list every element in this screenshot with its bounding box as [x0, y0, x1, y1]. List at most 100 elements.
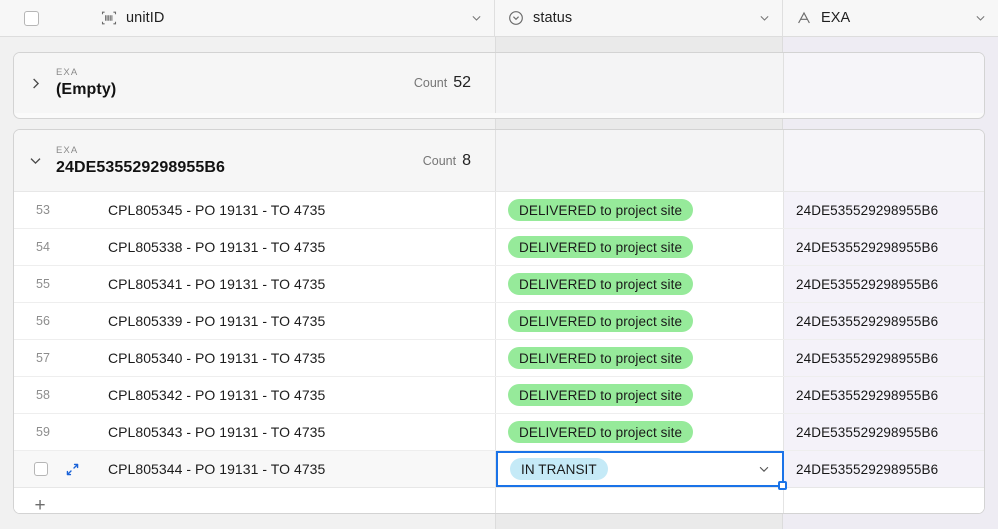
row-select-checkbox-wrap[interactable]: [14, 462, 58, 476]
cell-exa[interactable]: 24DE535529298955B6: [784, 377, 984, 413]
group-header[interactable]: EXA (Empty) Count 52: [14, 53, 984, 113]
add-record-cell[interactable]: +: [14, 488, 496, 514]
cell-unitid[interactable]: 58 CPL805342 - PO 19131 - TO 4735: [14, 377, 496, 413]
group-field-label: EXA: [56, 144, 79, 156]
cell-exa[interactable]: 24DE535529298955B6: [784, 414, 984, 450]
status-badge: DELIVERED to project site: [508, 199, 694, 221]
group-count: Count 8: [423, 152, 471, 170]
add-record-status-cell: [496, 488, 784, 513]
group-empty: EXA (Empty) Count 52: [13, 52, 985, 119]
row-number: 58: [36, 388, 50, 402]
cell-unitid[interactable]: 57 CPL805340 - PO 19131 - TO 4735: [14, 340, 496, 376]
chevron-down-icon[interactable]: [14, 130, 56, 191]
cell-exa[interactable]: 24DE535529298955B6: [784, 266, 984, 302]
fill-drag-handle[interactable]: [778, 481, 787, 490]
cell-exa[interactable]: 24DE535529298955B6: [784, 229, 984, 265]
group-header-exa-cell: [784, 130, 984, 191]
chevron-down-icon[interactable]: [758, 12, 771, 25]
cell-unitid-value: CPL805343 - PO 19131 - TO 4735: [108, 424, 326, 440]
add-record-exa-cell: [784, 488, 984, 513]
group-count-label: Count: [422, 153, 457, 168]
cell-exa[interactable]: 24DE535529298955B6: [784, 303, 984, 339]
cell-status[interactable]: DELIVERED to project site: [496, 340, 784, 376]
group-count-label: Count: [413, 76, 448, 90]
cell-exa-value: 24DE535529298955B6: [796, 276, 939, 292]
table-row[interactable]: 55 CPL805341 - PO 19131 - TO 4735 DELIVE…: [14, 265, 984, 302]
cell-status[interactable]: DELIVERED to project site: [496, 414, 784, 450]
chevron-down-icon[interactable]: [974, 12, 987, 25]
chevron-down-icon[interactable]: [757, 462, 771, 476]
barcode-icon: [100, 9, 118, 27]
table-row[interactable]: 53 CPL805345 - PO 19131 - TO 4735 DELIVE…: [14, 191, 984, 228]
row-number: 57: [36, 351, 50, 365]
group-count-value: 52: [453, 74, 471, 91]
column-header-exa-label: EXA: [821, 10, 851, 26]
cell-status[interactable]: DELIVERED to project site: [496, 303, 784, 339]
expand-record-icon[interactable]: [58, 462, 86, 477]
table-row[interactable]: 57 CPL805340 - PO 19131 - TO 4735 DELIVE…: [14, 339, 984, 376]
column-header-unitid[interactable]: unitID: [0, 0, 495, 36]
cell-status[interactable]: DELIVERED to project site: [496, 377, 784, 413]
column-header-row: unitID status EXA: [0, 0, 998, 37]
add-record-row[interactable]: +: [14, 487, 984, 514]
spreadsheet-grid: unitID status EXA EXA (Empty) Count 52 E…: [0, 0, 998, 529]
group-24DE535529298955B6: EXA 24DE535529298955B6 Count 8 53 CPL805…: [13, 129, 985, 514]
cell-exa[interactable]: 24DE535529298955B6: [784, 192, 984, 228]
status-badge: DELIVERED to project site: [508, 310, 694, 332]
group-header-main[interactable]: EXA (Empty) Count 52: [14, 53, 496, 113]
cell-exa-value: 24DE535529298955B6: [796, 387, 939, 403]
status-badge: DELIVERED to project site: [508, 236, 694, 258]
cell-unitid[interactable]: 59 CPL805343 - PO 19131 - TO 4735: [14, 414, 496, 450]
group-header[interactable]: EXA 24DE535529298955B6 Count 8: [14, 130, 984, 191]
status-badge: DELIVERED to project site: [508, 273, 694, 295]
plus-icon[interactable]: +: [14, 495, 58, 514]
group-rows: 53 CPL805345 - PO 19131 - TO 4735 DELIVE…: [14, 191, 984, 514]
cell-exa-value: 24DE535529298955B6: [796, 424, 939, 440]
table-row[interactable]: 59 CPL805343 - PO 19131 - TO 4735 DELIVE…: [14, 413, 984, 450]
row-number: 53: [36, 203, 50, 217]
cell-exa-value: 24DE535529298955B6: [796, 350, 939, 366]
table-row-selected[interactable]: CPL805344 - PO 19131 - TO 4735 IN TRANSI…: [14, 450, 984, 490]
select-all-checkbox[interactable]: [24, 10, 39, 26]
cell-status[interactable]: DELIVERED to project site: [496, 266, 784, 302]
cell-unitid-value: CPL805338 - PO 19131 - TO 4735: [108, 239, 326, 255]
cell-unitid[interactable]: 55 CPL805341 - PO 19131 - TO 4735: [14, 266, 496, 302]
cell-exa[interactable]: 24DE535529298955B6: [784, 451, 984, 487]
group-value: (Empty): [56, 81, 117, 98]
column-header-status[interactable]: status: [495, 0, 783, 36]
cell-unitid-value: CPL805339 - PO 19131 - TO 4735: [108, 313, 326, 329]
status-badge: DELIVERED to project site: [508, 347, 694, 369]
group-field-label: EXA: [56, 67, 79, 78]
cell-status-active[interactable]: IN TRANSIT: [496, 451, 787, 490]
table-row[interactable]: 56 CPL805339 - PO 19131 - TO 4735 DELIVE…: [14, 302, 984, 339]
cell-exa-value: 24DE535529298955B6: [796, 461, 939, 477]
table-row[interactable]: 54 CPL805338 - PO 19131 - TO 4735 DELIVE…: [14, 228, 984, 265]
cell-unitid[interactable]: 56 CPL805339 - PO 19131 - TO 4735: [14, 303, 496, 339]
column-header-exa[interactable]: EXA: [783, 0, 998, 36]
group-header-text: EXA 24DE535529298955B6: [56, 145, 225, 177]
status-badge: DELIVERED to project site: [508, 384, 694, 406]
group-header-main[interactable]: EXA 24DE535529298955B6 Count 8: [14, 130, 496, 191]
group-count-value: 8: [462, 151, 471, 169]
group-count: Count 52: [414, 74, 471, 92]
cell-unitid[interactable]: 53 CPL805345 - PO 19131 - TO 4735: [14, 192, 496, 228]
table-row[interactable]: 58 CPL805342 - PO 19131 - TO 4735 DELIVE…: [14, 376, 984, 413]
cell-exa-value: 24DE535529298955B6: [796, 239, 939, 255]
cell-status[interactable]: DELIVERED to project site: [496, 229, 784, 265]
cell-status[interactable]: DELIVERED to project site: [496, 192, 784, 228]
group-header-exa-cell: [784, 53, 984, 113]
cell-exa[interactable]: 24DE535529298955B6: [784, 340, 984, 376]
row-number: 56: [36, 314, 50, 328]
group-value: 24DE535529298955B6: [56, 158, 226, 176]
cell-unitid-value: CPL805345 - PO 19131 - TO 4735: [108, 202, 326, 218]
row-number: 59: [36, 425, 50, 439]
cell-unitid[interactable]: 54 CPL805338 - PO 19131 - TO 4735: [14, 229, 496, 265]
chevron-right-icon[interactable]: [14, 53, 56, 113]
row-select-checkbox[interactable]: [34, 462, 48, 476]
status-badge: DELIVERED to project site: [508, 421, 694, 443]
cell-unitid[interactable]: CPL805344 - PO 19131 - TO 4735: [14, 451, 496, 487]
cell-unitid-value: CPL805341 - PO 19131 - TO 4735: [108, 276, 326, 292]
chevron-down-icon[interactable]: [470, 12, 483, 25]
row-number: 54: [36, 240, 50, 254]
cell-exa-value: 24DE535529298955B6: [796, 202, 939, 218]
